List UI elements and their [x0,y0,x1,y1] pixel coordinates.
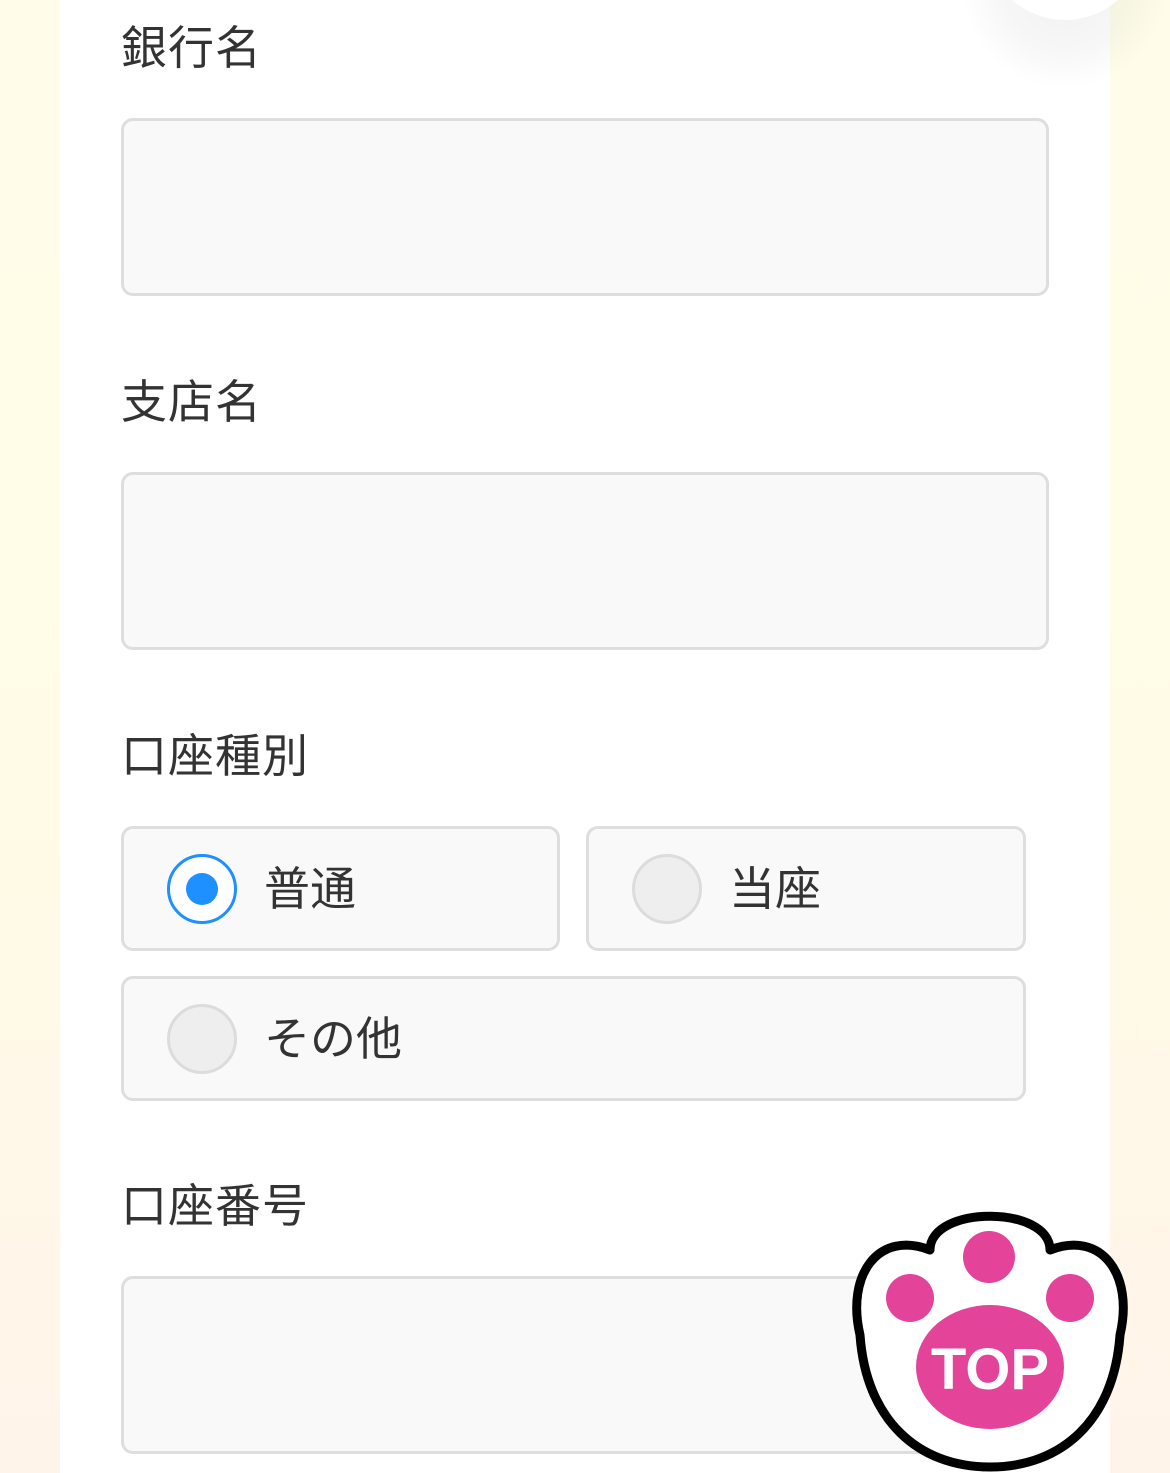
radio-option-label: 当座 [729,862,821,916]
bank-name-label: 銀行名 [121,21,262,75]
radio-unchecked-icon[interactable] [632,854,702,924]
branch-name-input[interactable] [121,472,1049,650]
account-number-label: 口座番号 [121,1179,309,1233]
paw-icon: TOP [852,1211,1128,1472]
radio-option-sonota[interactable]: その他 [121,976,1026,1101]
bank-name-input[interactable] [121,118,1049,296]
radio-option-label: その他 [264,1012,402,1066]
branch-name-label: 支店名 [121,375,262,429]
scroll-top-button[interactable]: TOP [852,1205,1128,1473]
account-type-label: 口座種別 [121,729,309,783]
radio-unchecked-icon[interactable] [167,1004,237,1074]
radio-option-label: 普通 [264,862,356,916]
radio-checked-icon[interactable] [167,854,237,924]
radio-option-futsu[interactable]: 普通 [121,826,560,951]
scroll-top-label: TOP [931,1337,1049,1402]
radio-option-touza[interactable]: 当座 [586,826,1026,951]
